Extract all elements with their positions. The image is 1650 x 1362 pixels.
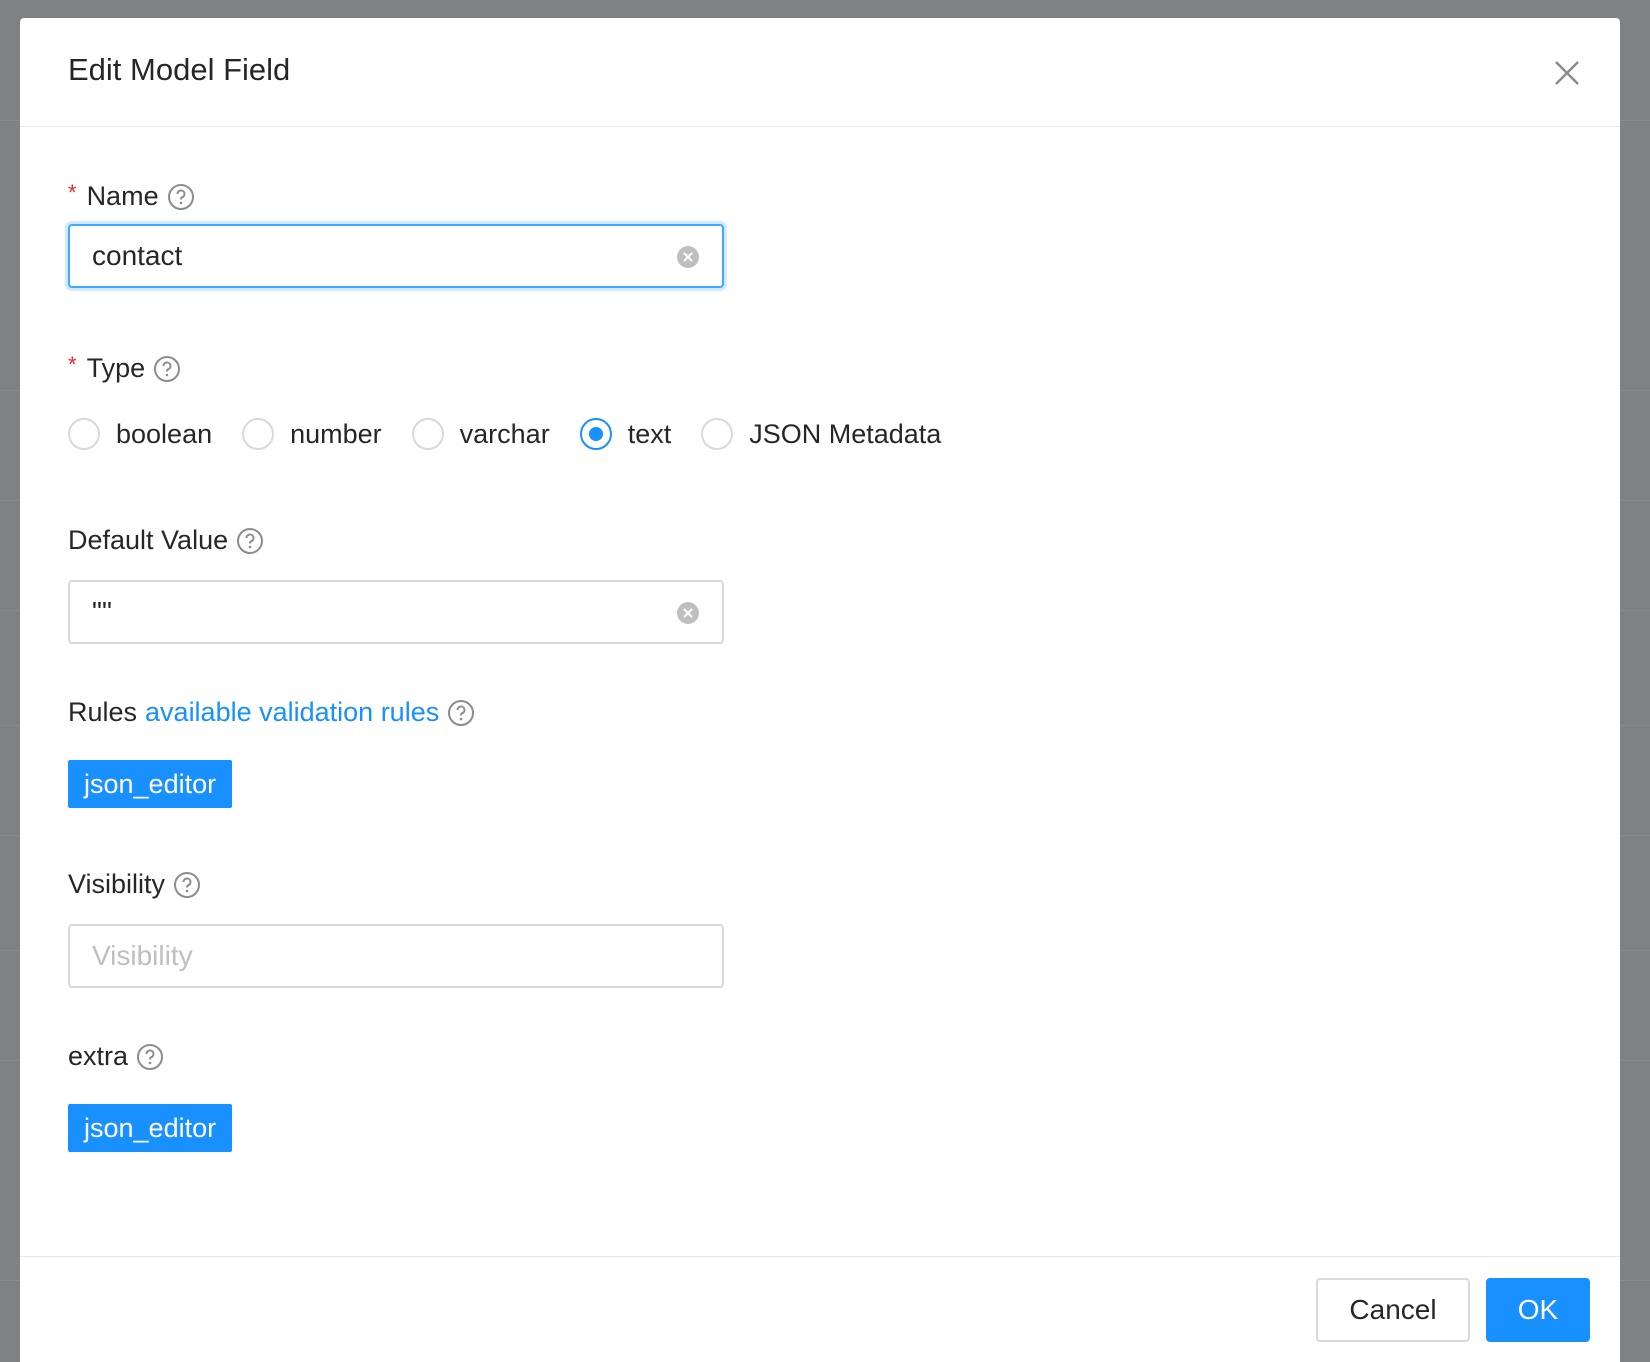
- modal-title: Edit Model Field: [68, 52, 291, 87]
- radio-button-checked[interactable]: [579, 418, 612, 450]
- close-icon: [1555, 61, 1579, 85]
- question-circle-icon[interactable]: [136, 1043, 164, 1071]
- ok-button[interactable]: OK: [1486, 1278, 1590, 1342]
- radio-button[interactable]: [242, 418, 275, 450]
- name-input[interactable]: contact: [68, 224, 724, 288]
- cancel-button[interactable]: Cancel: [1316, 1278, 1470, 1342]
- extra-json-editor-button[interactable]: json_editor: [68, 1104, 233, 1152]
- radio-button[interactable]: [68, 418, 100, 450]
- radio-button[interactable]: [701, 418, 734, 450]
- type-label: * Type: [68, 351, 181, 384]
- question-circle-icon[interactable]: [153, 355, 181, 383]
- type-radio-group: boolean number varchar text JSON Metadat…: [68, 418, 971, 450]
- rules-label: Rules available validation rules: [68, 697, 475, 728]
- default-value-input[interactable]: "": [68, 580, 724, 644]
- radio-button[interactable]: [411, 418, 444, 450]
- close-button[interactable]: [1552, 58, 1582, 88]
- radio-varchar[interactable]: varchar: [411, 418, 550, 450]
- extra-label: extra: [68, 1041, 164, 1072]
- validation-rules-link[interactable]: available validation rules: [145, 697, 439, 728]
- visibility-input[interactable]: Visibility: [68, 924, 724, 988]
- rules-json-editor-button[interactable]: json_editor: [68, 760, 233, 808]
- question-circle-icon[interactable]: [447, 699, 475, 727]
- edit-model-field-modal: Edit Model Field * Name contact * Type b…: [20, 18, 1620, 1362]
- visibility-label: Visibility: [68, 869, 201, 900]
- modal-header: Edit Model Field: [20, 18, 1620, 127]
- radio-text[interactable]: text: [579, 418, 671, 450]
- question-circle-icon[interactable]: [167, 183, 195, 211]
- default-value-label: Default Value: [68, 525, 264, 556]
- clear-input-icon[interactable]: [676, 245, 700, 269]
- name-label: * Name: [68, 179, 195, 212]
- modal-footer: Cancel OK: [20, 1256, 1620, 1362]
- radio-number[interactable]: number: [242, 418, 382, 450]
- clear-input-icon[interactable]: [676, 601, 700, 625]
- radio-boolean[interactable]: boolean: [68, 418, 212, 450]
- question-circle-icon[interactable]: [236, 527, 264, 555]
- visibility-placeholder: Visibility: [92, 940, 193, 971]
- required-asterisk: *: [68, 351, 77, 377]
- required-asterisk: *: [68, 179, 77, 205]
- question-circle-icon[interactable]: [173, 871, 201, 899]
- radio-json-metadata[interactable]: JSON Metadata: [701, 418, 941, 450]
